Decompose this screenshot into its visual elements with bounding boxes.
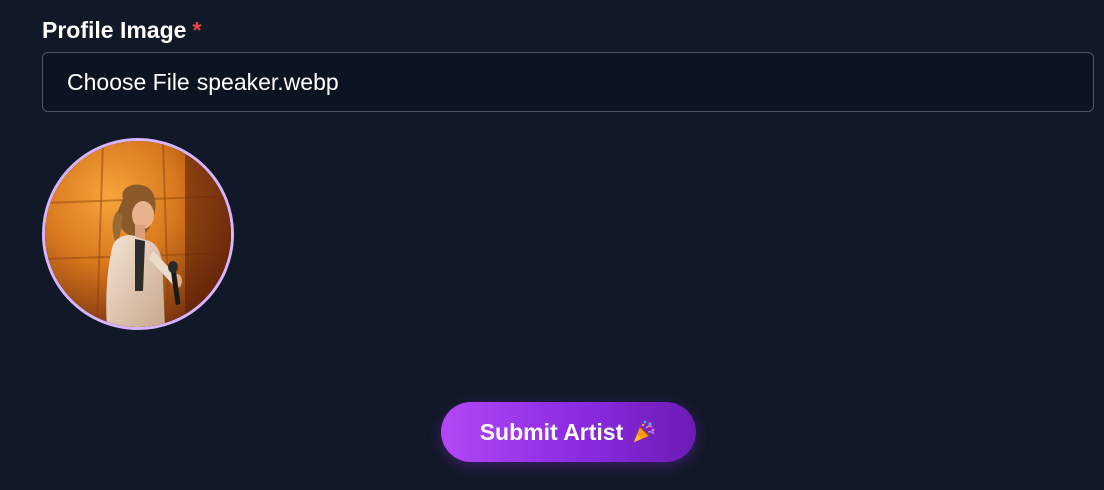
choose-file-button[interactable]: Choose File xyxy=(67,69,190,96)
profile-image-label: Profile Image * xyxy=(42,14,1096,46)
profile-image-file-input[interactable]: Choose File speaker.webp xyxy=(42,52,1094,112)
submit-artist-button[interactable]: Submit Artist xyxy=(441,402,696,462)
profile-image-label-text: Profile Image xyxy=(42,17,187,43)
speaker-photo xyxy=(45,141,231,327)
profile-image-preview xyxy=(42,138,234,330)
required-asterisk: * xyxy=(192,17,202,43)
selected-file-name: speaker.webp xyxy=(196,68,339,95)
profile-image-field: Profile Image * xyxy=(42,14,1096,46)
submit-artist-label: Submit Artist xyxy=(479,418,624,445)
party-popper-icon xyxy=(631,419,657,445)
